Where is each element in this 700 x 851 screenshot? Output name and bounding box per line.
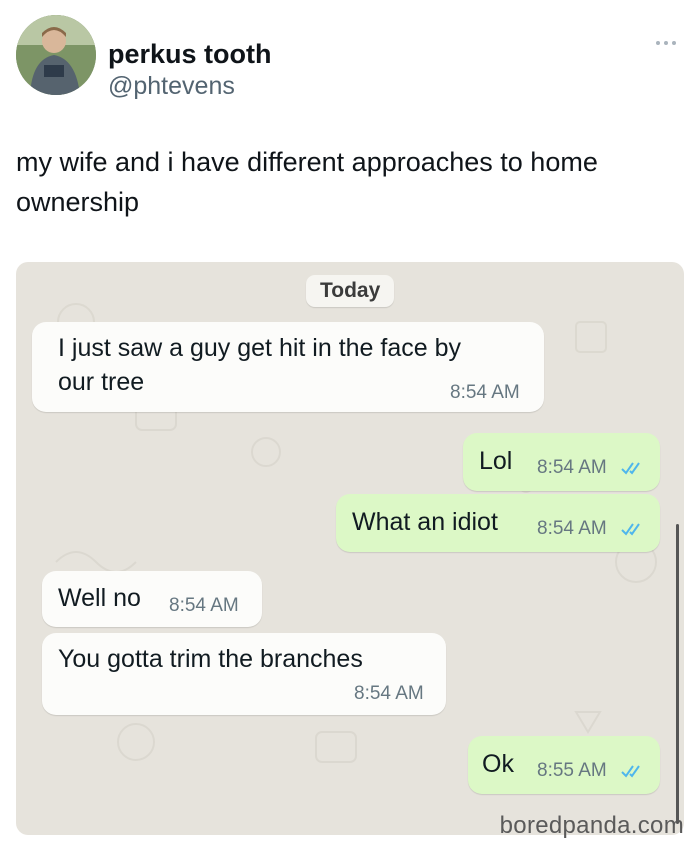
message-text: You gotta trim the branches: [58, 645, 363, 673]
message-bubble-incoming[interactable]: You gotta trim the branches 8:54 AM: [42, 633, 446, 715]
chat-screenshot: Today I just saw a guy get hit in the fa…: [16, 262, 684, 835]
message-time: 8:54 AM: [537, 518, 607, 539]
user-handle[interactable]: @phtevens: [108, 72, 235, 101]
tweet-header: perkus tooth @phtevens: [16, 15, 684, 100]
read-ticks-icon: [621, 462, 640, 475]
read-ticks-icon: [621, 765, 640, 778]
message-time: 8:55 AM: [537, 760, 607, 781]
message-text-line: our tree: [58, 368, 145, 396]
scrollbar[interactable]: [676, 524, 679, 824]
read-ticks-icon: [621, 523, 640, 536]
message-bubble-incoming[interactable]: I just saw a guy get hit in the face by …: [32, 322, 544, 412]
watermark: boredpanda.com: [499, 812, 684, 839]
message-time: 8:54 AM: [537, 457, 607, 478]
message-bubble-outgoing[interactable]: Lol 8:54 AM: [463, 433, 660, 491]
message-bubble-incoming[interactable]: Well no 8:54 AM: [42, 571, 262, 627]
message-text: Lol: [479, 447, 513, 475]
avatar[interactable]: [16, 15, 96, 95]
display-name[interactable]: perkus tooth: [108, 39, 272, 70]
tweet-text: my wife and i have different approaches …: [16, 147, 598, 217]
message-text: Well no: [58, 584, 141, 612]
avatar-image: [16, 15, 96, 95]
message-text-line: I just saw a guy get hit in the face by: [58, 334, 462, 362]
message-bubble-outgoing[interactable]: Ok 8:55 AM: [468, 736, 660, 794]
message-bubble-outgoing[interactable]: What an idiot 8:54 AM: [336, 494, 660, 552]
message-time: 8:54 AM: [354, 683, 424, 704]
more-options-icon[interactable]: [656, 41, 680, 49]
message-time: 8:54 AM: [450, 382, 520, 403]
date-divider: Today: [306, 275, 395, 307]
message-text: Ok: [482, 750, 514, 778]
message-time: 8:54 AM: [169, 595, 239, 616]
message-text: What an idiot: [352, 508, 498, 536]
